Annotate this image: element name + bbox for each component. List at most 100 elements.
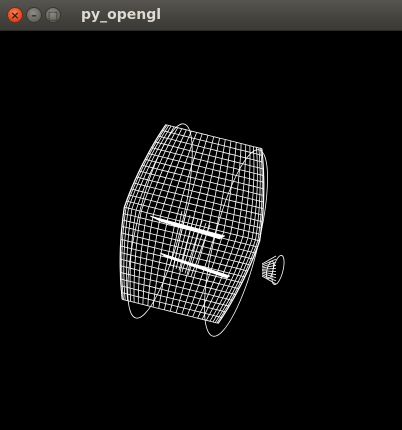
body-longitude bbox=[253, 239, 256, 247]
body-latitude bbox=[223, 151, 230, 155]
body-longitude bbox=[260, 155, 263, 162]
body-longitude bbox=[193, 291, 197, 298]
body-latitude bbox=[252, 238, 256, 241]
body-longitude bbox=[187, 170, 191, 177]
body-longitude bbox=[148, 233, 151, 240]
body-longitude bbox=[228, 193, 231, 201]
body-longitude bbox=[127, 208, 129, 215]
body-longitude bbox=[194, 205, 198, 212]
body-latitude bbox=[243, 190, 249, 193]
body-latitude bbox=[202, 133, 209, 136]
body-latitude bbox=[167, 138, 172, 140]
maximize-button[interactable]: □ bbox=[45, 7, 61, 23]
body-latitude bbox=[231, 187, 238, 190]
body-longitude bbox=[162, 236, 165, 244]
body-longitude bbox=[140, 251, 142, 258]
body-longitude bbox=[172, 153, 176, 160]
body-latitude bbox=[224, 185, 232, 188]
body-latitude bbox=[133, 202, 139, 205]
body-latitude bbox=[202, 246, 211, 249]
body-latitude bbox=[234, 260, 240, 263]
body-longitude bbox=[237, 182, 239, 190]
body-longitude bbox=[245, 257, 250, 265]
body-longitude bbox=[217, 264, 221, 271]
body-longitude bbox=[204, 260, 208, 268]
minimize-button[interactable]: – bbox=[26, 7, 42, 23]
body-latitude bbox=[133, 288, 139, 291]
body-latitude bbox=[180, 201, 189, 204]
body-latitude bbox=[257, 186, 261, 189]
body-longitude bbox=[243, 243, 247, 251]
body-latitude bbox=[210, 301, 216, 304]
body-longitude bbox=[148, 200, 152, 207]
body-latitude bbox=[205, 313, 210, 315]
body-latitude bbox=[202, 179, 211, 183]
body-latitude bbox=[140, 263, 146, 266]
body-latitude bbox=[176, 286, 184, 289]
body-latitude bbox=[245, 217, 251, 220]
body-longitude bbox=[237, 275, 242, 283]
body-latitude bbox=[249, 171, 255, 174]
body-latitude bbox=[138, 303, 143, 305]
body-latitude bbox=[154, 247, 162, 250]
body-latitude bbox=[194, 138, 201, 141]
body-latitude bbox=[215, 275, 222, 279]
body-longitude bbox=[188, 197, 191, 204]
body-latitude bbox=[196, 132, 203, 135]
body-longitude bbox=[202, 207, 205, 214]
body-latitude bbox=[173, 199, 182, 202]
body-latitude bbox=[189, 309, 196, 312]
body-latitude bbox=[132, 235, 138, 238]
body-latitude bbox=[174, 292, 182, 295]
body-longitude bbox=[144, 271, 146, 279]
body-latitude bbox=[228, 159, 235, 163]
opengl-viewport[interactable] bbox=[0, 31, 402, 430]
body-longitude bbox=[134, 256, 136, 263]
body-longitude bbox=[191, 277, 195, 284]
body-longitude bbox=[183, 301, 187, 309]
body-longitude bbox=[201, 213, 204, 220]
body-latitude bbox=[153, 214, 161, 217]
body-longitude bbox=[192, 310, 196, 318]
body-latitude bbox=[250, 218, 255, 221]
body-latitude bbox=[130, 287, 135, 290]
body-latitude bbox=[140, 184, 146, 187]
body-longitude bbox=[157, 268, 159, 276]
body-longitude bbox=[214, 190, 217, 197]
body-latitude bbox=[211, 175, 219, 179]
body-latitude bbox=[132, 195, 137, 198]
body-latitude bbox=[232, 220, 240, 223]
body-latitude bbox=[173, 298, 180, 301]
body-latitude bbox=[126, 286, 131, 289]
body-longitude bbox=[143, 225, 146, 232]
body-latitude bbox=[247, 204, 253, 207]
body-latitude bbox=[257, 180, 261, 182]
body-latitude bbox=[185, 301, 193, 304]
body-longitude bbox=[176, 180, 180, 188]
body-latitude bbox=[221, 237, 229, 241]
body-longitude bbox=[187, 150, 191, 157]
close-icon: × bbox=[10, 8, 20, 22]
body-longitude bbox=[180, 195, 184, 202]
body-latitude bbox=[165, 150, 171, 153]
body-longitude bbox=[124, 233, 126, 241]
body-longitude bbox=[234, 155, 236, 162]
close-button[interactable]: × bbox=[7, 7, 23, 23]
body-latitude bbox=[188, 176, 196, 179]
spout-tip bbox=[271, 254, 285, 286]
body-longitude bbox=[139, 264, 141, 271]
body-latitude bbox=[249, 165, 254, 167]
body-longitude bbox=[208, 248, 211, 255]
body-longitude bbox=[146, 246, 149, 253]
body-latitude bbox=[134, 275, 140, 278]
body-latitude bbox=[124, 246, 128, 249]
body-latitude bbox=[231, 266, 237, 269]
body-latitude bbox=[242, 262, 247, 265]
title-bar[interactable]: × – □ py_opengl bbox=[0, 0, 402, 31]
body-latitude bbox=[130, 267, 135, 270]
body-longitude bbox=[186, 176, 189, 184]
body-longitude bbox=[199, 186, 202, 193]
body-latitude bbox=[157, 201, 165, 205]
body-longitude bbox=[122, 226, 124, 234]
body-latitude bbox=[209, 221, 218, 225]
